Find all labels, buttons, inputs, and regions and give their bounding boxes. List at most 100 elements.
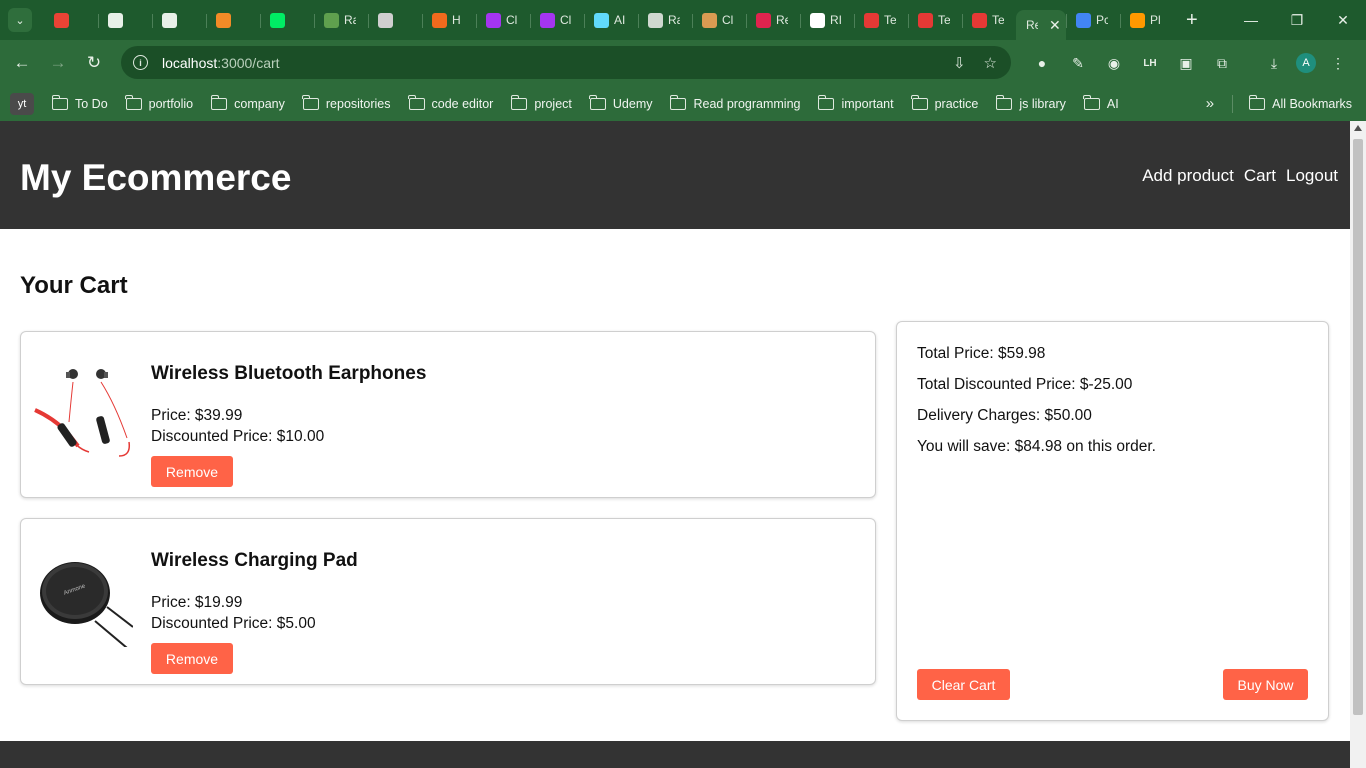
browser-tab[interactable]: Ra bbox=[638, 5, 692, 35]
back-button[interactable]: ← bbox=[4, 45, 40, 81]
browser-tab[interactable]: Te bbox=[962, 5, 1016, 35]
folder-icon bbox=[510, 94, 528, 110]
bookmark-folder[interactable]: portfolio bbox=[125, 94, 194, 111]
folder-icon bbox=[125, 94, 142, 110]
cart-item: Wireless Bluetooth Earphones Price: $39.… bbox=[20, 331, 876, 498]
url-text[interactable]: localhost:3000/cart bbox=[162, 55, 280, 71]
tab-search-button[interactable]: ⌄ bbox=[8, 8, 32, 32]
earphones-image bbox=[34, 369, 131, 457]
close-window-button[interactable]: ✕ bbox=[1320, 0, 1366, 40]
bookmark-star-icon[interactable]: ☆ bbox=[984, 54, 997, 72]
toolbar-divider bbox=[1244, 49, 1252, 77]
restore-button[interactable]: ❐ bbox=[1274, 0, 1320, 40]
extensions-puzzle-icon[interactable]: ⧉ bbox=[1208, 49, 1236, 77]
folder-icon bbox=[210, 94, 228, 110]
browser-tab[interactable]: Cl bbox=[692, 5, 746, 35]
clear-cart-button[interactable]: Clear Cart bbox=[917, 669, 1010, 700]
remove-button[interactable]: Remove bbox=[151, 456, 233, 487]
browser-tab[interactable]: Ra bbox=[314, 5, 368, 35]
globe-icon bbox=[648, 12, 663, 28]
tab-title: Pl bbox=[1150, 13, 1161, 27]
reload-button[interactable]: ↻ bbox=[76, 45, 112, 81]
address-bar[interactable]: i localhost:3000/cart ⇩ ☆ bbox=[121, 46, 1011, 79]
extension-pen-icon[interactable]: ✎ bbox=[1064, 49, 1092, 77]
charging-pad-image: Anmone bbox=[40, 562, 133, 647]
browser-tab[interactable] bbox=[152, 5, 206, 35]
bookmark-label: AI bbox=[1106, 96, 1119, 111]
bookmark-folder[interactable]: practice bbox=[911, 94, 978, 111]
site-header: My Ecommerce Add product Cart Logout bbox=[0, 121, 1350, 229]
tab-title: RI bbox=[830, 13, 842, 27]
close-tab-icon[interactable]: ✕ bbox=[1049, 17, 1061, 34]
extension-mouse-icon[interactable]: ● bbox=[1028, 49, 1056, 77]
forward-button[interactable]: → bbox=[40, 45, 76, 81]
scroll-up-arrow-icon[interactable] bbox=[1354, 125, 1362, 131]
nav-cart[interactable]: Cart bbox=[1244, 166, 1276, 186]
site-brand[interactable]: My Ecommerce bbox=[20, 157, 291, 199]
bookmark-label: portfolio bbox=[148, 96, 194, 111]
browser-tab[interactable]: Te bbox=[854, 5, 908, 35]
browser-tab[interactable]: Cl bbox=[476, 5, 530, 35]
bookmark-folder[interactable]: repositories bbox=[302, 94, 391, 111]
bookmark-label: company bbox=[234, 96, 285, 111]
bookmark-folder[interactable]: company bbox=[210, 94, 285, 111]
tab-strip: ⌄ Ra H Cl Cl AI Ra Cl Re RI Te Te Te Re ✕ Pc Pl + — ❐ ✕ bbox=[0, 0, 1366, 40]
bookmark-folder[interactable]: To Do bbox=[51, 94, 108, 111]
all-bookmarks[interactable]: All Bookmarks bbox=[1248, 94, 1352, 111]
folder-icon bbox=[302, 94, 319, 110]
bookmark-folder[interactable]: code editor bbox=[408, 94, 493, 111]
udemy-icon bbox=[486, 12, 501, 28]
extension-owl-icon[interactable]: ◉ bbox=[1100, 49, 1128, 77]
extension-lighthouse-icon[interactable]: LH bbox=[1136, 49, 1164, 77]
downloads-icon[interactable]: ⤓ bbox=[1260, 49, 1288, 77]
tab-active[interactable]: Re ✕ bbox=[1016, 10, 1066, 40]
nav-add-product[interactable]: Add product bbox=[1142, 166, 1234, 186]
bookmark-folder[interactable]: AI bbox=[1083, 94, 1119, 111]
browser-tab[interactable]: Pl bbox=[1120, 5, 1174, 35]
browser-tab[interactable] bbox=[206, 5, 260, 35]
extension-android-icon[interactable]: ▣ bbox=[1172, 49, 1200, 77]
browser-tab[interactable] bbox=[44, 5, 98, 35]
tab-title: Cl bbox=[722, 13, 734, 27]
browser-tab[interactable] bbox=[368, 5, 422, 35]
item-price: Price: $19.99 bbox=[151, 594, 243, 611]
new-tab-button[interactable]: + bbox=[1186, 9, 1198, 32]
tab-title: Re bbox=[776, 13, 788, 27]
total-discounted-price: Total Discounted Price: $-25.00 bbox=[917, 376, 1133, 393]
extensions-area: ● ✎ ◉ LH ▣ ⧉ ⤓ A ⋮ bbox=[1028, 40, 1352, 86]
minimize-button[interactable]: — bbox=[1228, 0, 1274, 40]
triangle-icon bbox=[918, 12, 933, 28]
browser-tab[interactable]: Re bbox=[746, 5, 800, 35]
browser-tab[interactable]: AI bbox=[584, 5, 638, 35]
react-icon bbox=[756, 12, 771, 28]
more-bookmarks-icon[interactable]: » bbox=[1206, 95, 1214, 112]
browser-tab[interactable] bbox=[260, 5, 314, 35]
site-info-icon[interactable]: i bbox=[133, 55, 148, 70]
page-scrollbar[interactable] bbox=[1350, 121, 1366, 768]
bookmark-folder[interactable]: project bbox=[510, 94, 572, 111]
profile-avatar[interactable]: A bbox=[1296, 53, 1316, 73]
menu-kebab-icon[interactable]: ⋮ bbox=[1324, 49, 1352, 77]
remove-button[interactable]: Remove bbox=[151, 643, 233, 674]
browser-tab[interactable]: Te bbox=[908, 5, 962, 35]
browser-tab[interactable]: Cl bbox=[530, 5, 584, 35]
order-summary: Total Price: $59.98 Total Discounted Pri… bbox=[896, 321, 1329, 721]
folder-icon bbox=[911, 94, 928, 110]
browser-tab[interactable]: H bbox=[422, 5, 476, 35]
browser-tab[interactable]: RI bbox=[800, 5, 854, 35]
bookmark-yt[interactable]: yt bbox=[10, 92, 34, 115]
bookmark-folder[interactable]: important bbox=[817, 94, 894, 111]
page-viewport: My Ecommerce Add product Cart Logout You… bbox=[0, 121, 1366, 768]
bookmark-folder[interactable]: Read programming bbox=[669, 94, 800, 111]
bookmark-folder[interactable]: Udemy bbox=[589, 94, 652, 111]
nav-logout[interactable]: Logout bbox=[1286, 166, 1338, 186]
buy-now-button[interactable]: Buy Now bbox=[1223, 669, 1308, 700]
scrollbar-thumb[interactable] bbox=[1353, 139, 1363, 715]
bookmark-folder[interactable]: js library bbox=[995, 94, 1066, 111]
install-app-icon[interactable]: ⇩ bbox=[953, 54, 966, 72]
item-name: Wireless Bluetooth Earphones bbox=[151, 363, 427, 384]
browser-tab[interactable] bbox=[98, 5, 152, 35]
github-icon bbox=[162, 12, 177, 28]
tab-title: AI bbox=[614, 13, 626, 27]
browser-tab[interactable]: Pc bbox=[1066, 5, 1120, 35]
